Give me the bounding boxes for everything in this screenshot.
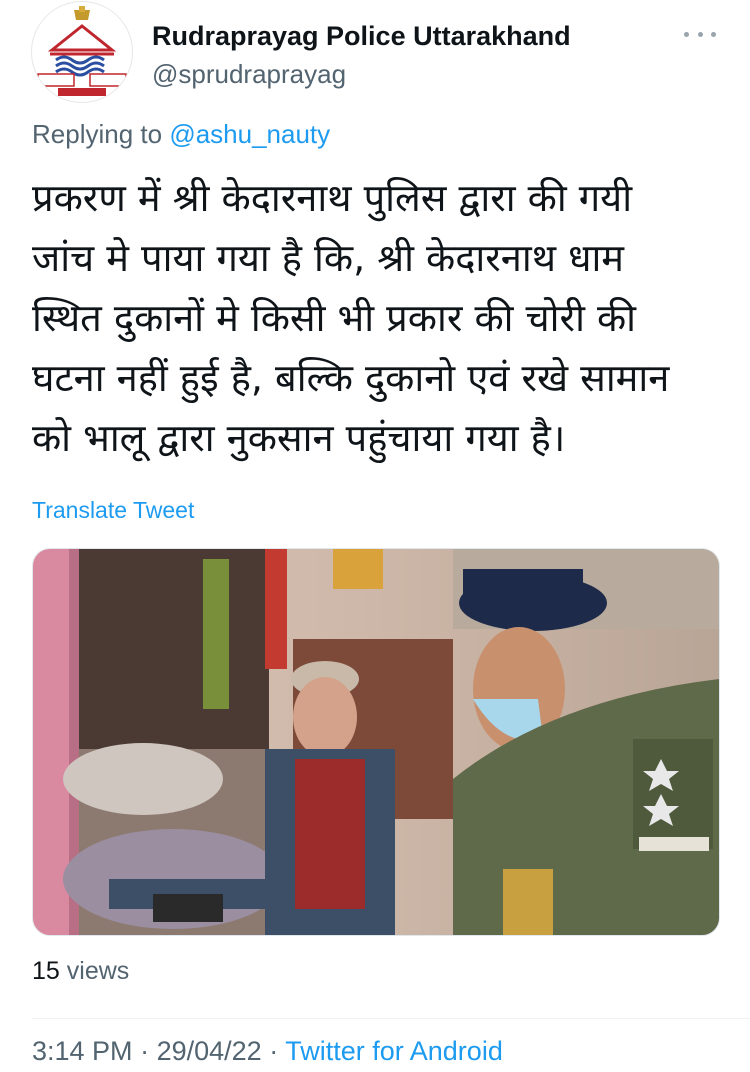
tweet-header: Rudraprayag Police Uttarakhand @sprudrap…: [0, 0, 750, 110]
tweet-metadata: 3:14 PM · 29/04/22 · Twitter for Android: [32, 1036, 503, 1067]
tweet-media-photo[interactable]: [32, 548, 720, 936]
reply-mention-link[interactable]: @ashu_nauty: [169, 119, 330, 149]
user-handle[interactable]: @sprudraprayag: [152, 59, 346, 90]
translate-tweet-link[interactable]: Translate Tweet: [32, 497, 194, 524]
separator: ·: [269, 1036, 279, 1066]
display-name[interactable]: Rudraprayag Police Uttarakhand: [152, 21, 571, 52]
tweet-time[interactable]: 3:14 PM: [32, 1036, 133, 1066]
dot-icon: [684, 31, 689, 37]
dot-icon: [711, 31, 716, 37]
tweet-source-link[interactable]: Twitter for Android: [285, 1036, 503, 1066]
views-label: views: [66, 957, 130, 985]
tweet-text-line: प्रकरण में श्री केदारनाथ पुलिस द्वारा की…: [32, 176, 633, 220]
tweet-date[interactable]: 29/04/22: [157, 1036, 262, 1066]
views-count: 15 views: [32, 957, 129, 986]
separator: ·: [140, 1036, 150, 1066]
dot-icon: [697, 31, 703, 37]
avatar[interactable]: [32, 2, 132, 102]
divider: [32, 1018, 750, 1019]
tweet-text-line: को भालू द्वारा नुकसान पहुंचाया गया है।: [32, 416, 566, 460]
police-emblem-icon: [33, 3, 131, 101]
photo-image: [33, 549, 719, 935]
tweet-text-line: स्थित दुकानों मे किसी भी प्रकार की चोरी …: [32, 296, 637, 340]
views-number: 15: [32, 957, 60, 985]
more-options-icon[interactable]: [684, 22, 716, 46]
replying-to: Replying to @ashu_nauty: [32, 119, 330, 150]
tweet-text-line: जांच मे पाया गया है कि, श्री केदारनाथ धा…: [32, 236, 625, 280]
replying-to-label: Replying to: [32, 119, 163, 149]
tweet-text: प्रकरण में श्री केदारनाथ पुलिस द्वारा की…: [32, 168, 722, 468]
tweet-text-line: घटना नहीं हुई है, बल्कि दुकानो एवं रखे स…: [32, 356, 670, 400]
